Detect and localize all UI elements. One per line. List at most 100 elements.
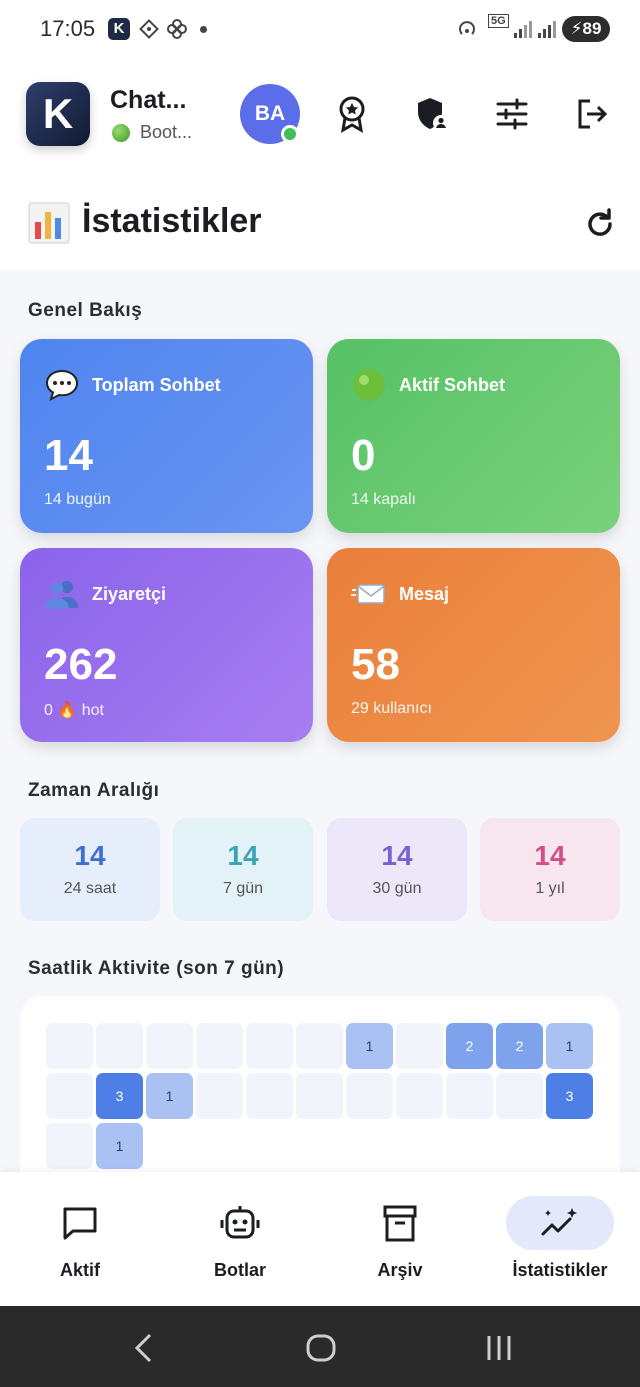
chat-bubble-icon <box>63 1207 97 1240</box>
stat-card-messages[interactable]: Mesaj 58 29 kullanıcı <box>327 548 620 742</box>
nav-label: Botlar <box>213 1260 266 1280</box>
heatmap-cell <box>46 1073 93 1119</box>
heatmap-cell <box>146 1023 193 1069</box>
card-value: 0 <box>351 431 376 480</box>
heatmap-cell <box>46 1023 93 1069</box>
shield-user-icon <box>418 98 449 131</box>
filters-button[interactable] <box>492 94 532 134</box>
heatmap-cell: 1 <box>96 1123 143 1169</box>
archive-box-icon <box>383 1205 417 1242</box>
hotspot-icon <box>459 21 475 35</box>
robot-icon <box>220 1206 260 1239</box>
online-status-icon <box>112 123 130 142</box>
page-title: İstatistikler <box>82 202 262 240</box>
stat-card-total-chats[interactable]: Toplam Sohbet 14 14 bugün <box>20 339 313 533</box>
app-header: K Chat... Boot... BA <box>0 62 640 180</box>
admin-security-button[interactable] <box>412 94 452 134</box>
heatmap-cell <box>246 1073 293 1119</box>
card-title: Ziyaretçi <box>92 584 167 604</box>
nav-label: İstatistikler <box>512 1260 608 1280</box>
time-range-label: 24 saat <box>63 880 117 897</box>
bot-name: Boot... <box>140 122 193 142</box>
activity-section-label: Saatlik Aktivite (son 7 gün) <box>28 958 285 979</box>
card-value: 262 <box>44 640 118 689</box>
time-range-value: 14 <box>534 840 566 871</box>
pinwheel-icon <box>167 19 187 39</box>
time-range-label: 1 yıl <box>535 880 565 897</box>
time-range-7d[interactable]: 14 7 gün <box>173 818 313 921</box>
envelope-icon <box>351 584 385 604</box>
heatmap-cell <box>396 1023 443 1069</box>
heatmap-cell <box>96 1023 143 1069</box>
nav-label: Arşiv <box>377 1260 423 1280</box>
time-range-section-label: Zaman Aralığı <box>28 780 160 801</box>
card-title: Mesaj <box>399 584 450 604</box>
time-range-value: 14 <box>381 840 413 871</box>
sliders-icon <box>496 98 528 130</box>
time-range-label: 7 gün <box>222 880 264 897</box>
status-bar: 17:05 K 5G ⚡89 <box>0 0 640 62</box>
system-navigation-bar <box>0 1306 640 1387</box>
diamond-grid-icon <box>139 19 159 39</box>
time-range-24h[interactable]: 14 24 saat <box>20 818 160 921</box>
card-subtitle: 0 🔥 hot <box>44 702 104 719</box>
card-title: Toplam Sohbet <box>92 375 221 395</box>
time-range-label: 30 gün <box>372 880 422 897</box>
recent-apps-icon[interactable] <box>484 1334 514 1362</box>
nav-tab-istatistikler[interactable]: İstatistikler <box>480 1172 640 1306</box>
time-range-value: 14 <box>227 840 259 871</box>
avatar-online-dot <box>281 125 299 143</box>
card-subtitle: 14 bugün <box>44 491 111 508</box>
overview-section-label: Genel Bakış <box>28 300 143 321</box>
heatmap-cell <box>296 1073 343 1119</box>
activity-heatmap: 12213131 <box>20 996 620 1196</box>
nav-label: Aktif <box>60 1260 100 1280</box>
bar-chart-icon <box>28 202 70 244</box>
refresh-icon[interactable] <box>582 206 618 242</box>
green-circle-icon <box>353 369 385 401</box>
logout-button[interactable] <box>572 94 612 134</box>
heatmap-cell: 3 <box>546 1073 593 1119</box>
heatmap-cell: 3 <box>96 1073 143 1119</box>
heatmap-cell <box>46 1123 93 1169</box>
heatmap-cell: 1 <box>146 1073 193 1119</box>
stat-card-active-chats[interactable]: Aktif Sohbet 0 14 kapalı <box>327 339 620 533</box>
logout-icon <box>578 99 608 129</box>
app-notification-icon: K <box>108 18 130 40</box>
heatmap-cell <box>496 1073 543 1119</box>
time-range-1y[interactable]: 14 1 yıl <box>480 818 620 921</box>
heatmap-cell <box>396 1073 443 1119</box>
back-icon[interactable] <box>130 1332 156 1364</box>
status-time: 17:05 <box>40 16 96 41</box>
signal-icon-2 <box>538 21 556 38</box>
badge-button[interactable] <box>332 94 372 134</box>
card-value: 14 <box>44 431 93 480</box>
sparkle-trend-icon <box>541 1208 577 1236</box>
award-icon <box>339 96 365 133</box>
speech-bubble-icon <box>45 369 79 401</box>
page-title-bar: İstatistikler <box>0 180 640 270</box>
battery-indicator: ⚡89 <box>562 16 610 42</box>
stat-card-visitors[interactable]: Ziyaretçi 262 0 🔥 hot <box>20 548 313 742</box>
home-icon[interactable] <box>306 1334 336 1362</box>
card-value: 58 <box>351 640 400 689</box>
nav-tab-arsiv[interactable]: Arşiv <box>320 1172 480 1306</box>
heatmap-cell <box>196 1023 243 1069</box>
bottom-navigation: Aktif Botlar Arşiv İstatistikler <box>0 1172 640 1306</box>
heatmap-cell <box>246 1023 293 1069</box>
card-subtitle: 14 kapalı <box>351 491 416 508</box>
app-logo: K <box>26 82 90 146</box>
heatmap-cell: 1 <box>346 1023 393 1069</box>
card-subtitle: 29 kullanıcı <box>351 700 432 717</box>
battery-level: 89 <box>582 19 602 38</box>
chat-title: Chat... <box>110 86 187 114</box>
heatmap-cell <box>196 1073 243 1119</box>
time-range-value: 14 <box>74 840 106 871</box>
time-range-30d[interactable]: 14 30 gün <box>327 818 467 921</box>
heatmap-cell: 2 <box>446 1023 493 1069</box>
heatmap-cell: 2 <box>496 1023 543 1069</box>
heatmap-cell <box>446 1073 493 1119</box>
heatmap-cell <box>346 1073 393 1119</box>
nav-tab-aktif[interactable]: Aktif <box>0 1172 160 1306</box>
nav-tab-botlar[interactable]: Botlar <box>160 1172 320 1306</box>
